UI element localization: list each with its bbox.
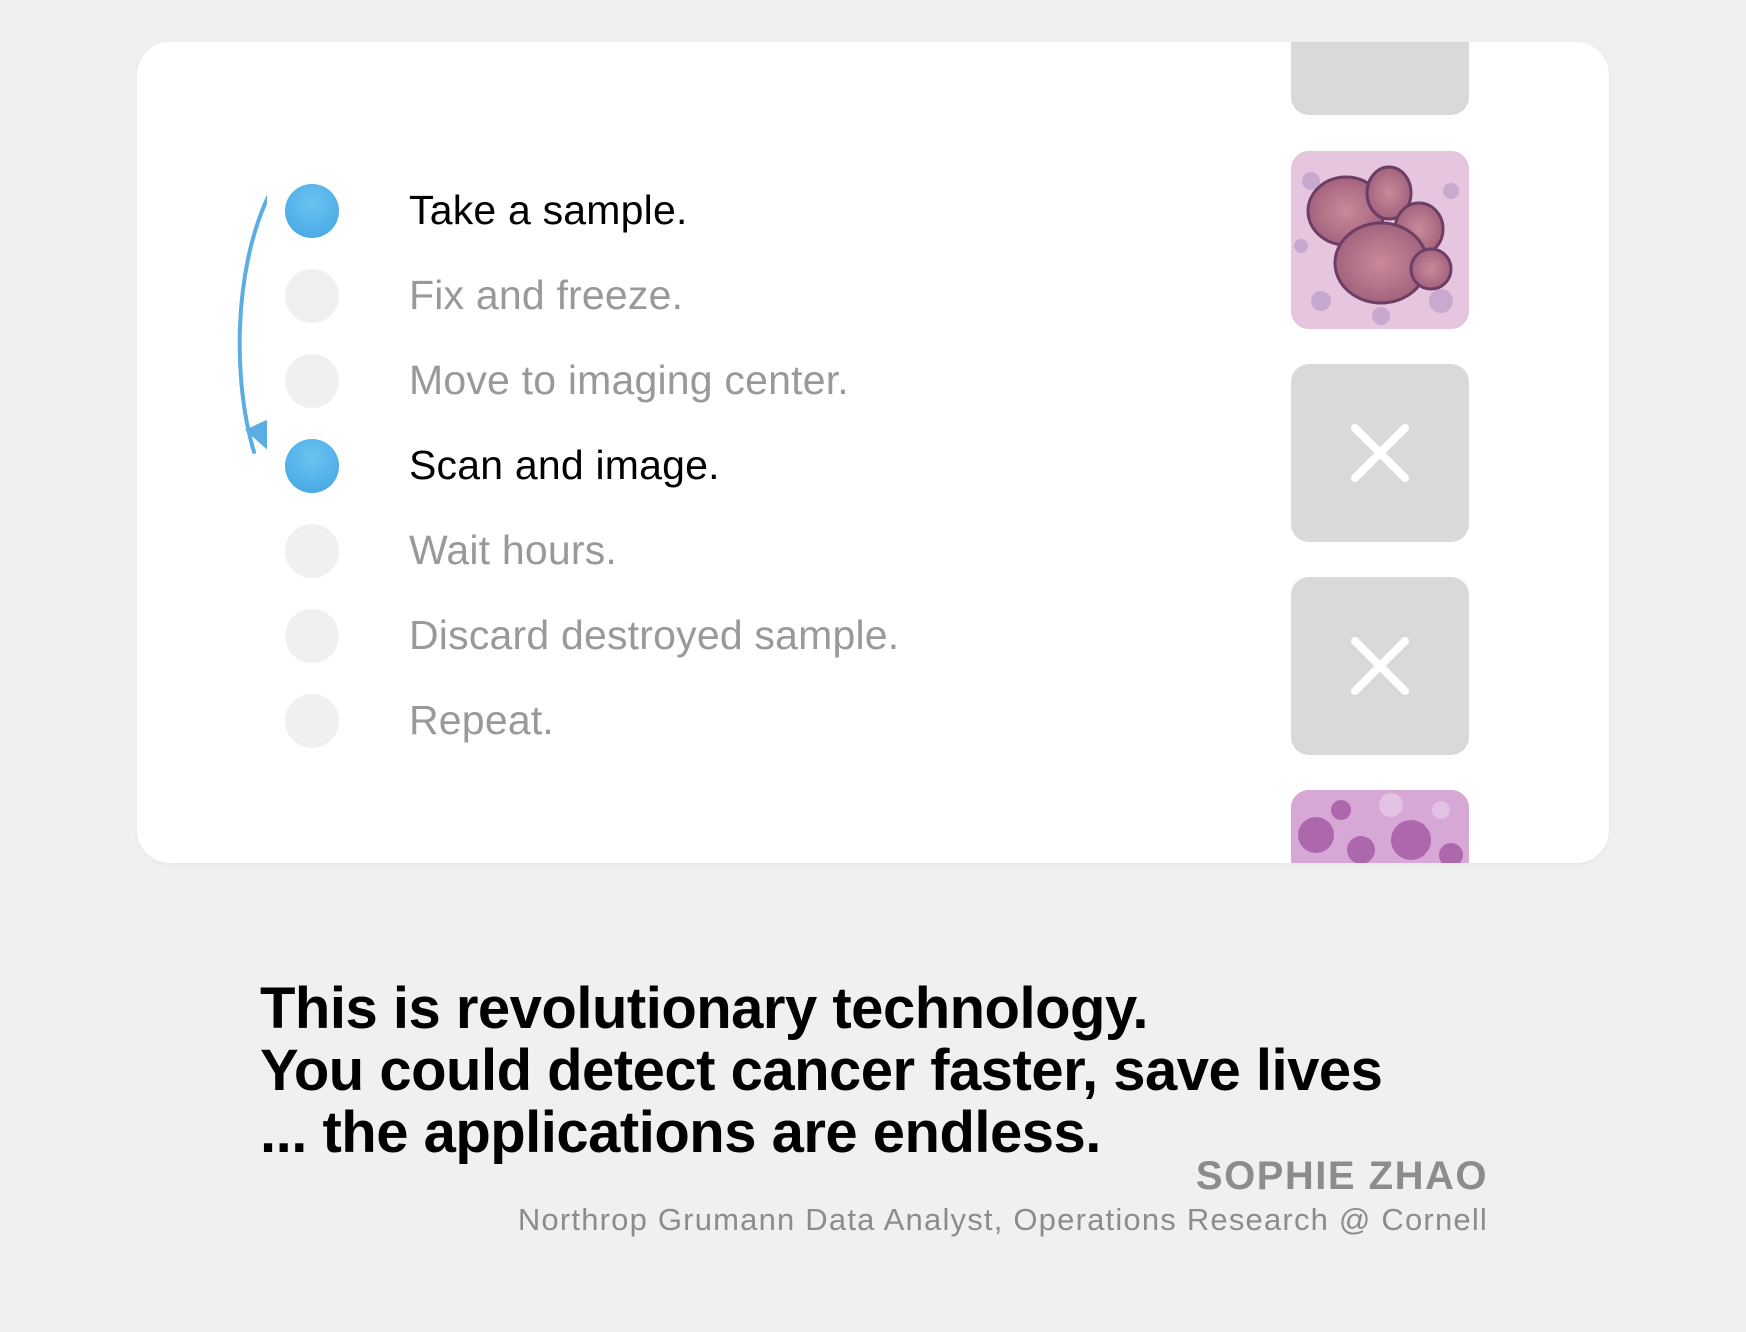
author-name: SOPHIE ZHAO xyxy=(1195,1154,1488,1198)
step-item: Wait hours. xyxy=(285,508,1045,593)
close-icon xyxy=(1351,637,1409,695)
step-label: Repeat. xyxy=(409,697,555,743)
step-dot xyxy=(285,438,339,493)
close-icon xyxy=(1351,424,1409,482)
step-item: Fix and freeze. xyxy=(285,253,1045,338)
failed-scan-tile xyxy=(1291,364,1469,542)
step-dot xyxy=(285,693,339,748)
thumbnail-placeholder xyxy=(1291,42,1469,115)
step-dot xyxy=(285,608,339,663)
step-item: Move to imaging center. xyxy=(285,338,1045,423)
step-item: Take a sample. xyxy=(285,168,1045,253)
step-label: Scan and image. xyxy=(409,442,720,488)
step-dot xyxy=(285,353,339,408)
step-dot xyxy=(285,523,339,578)
failed-scan-tile xyxy=(1291,577,1469,755)
quote-text: This is revolutionary technology. You co… xyxy=(260,976,1383,1164)
steps-card: Take a sample. Fix and freeze. Move to i… xyxy=(137,42,1609,863)
tissue-sample-image xyxy=(1291,790,1469,863)
quote-line: This is revolutionary technology. xyxy=(260,976,1149,1041)
step-label: Wait hours. xyxy=(409,527,618,573)
step-item: Discard destroyed sample. xyxy=(285,593,1045,678)
tissue-image-icon xyxy=(1291,790,1469,863)
cycle-arrow-icon xyxy=(237,195,267,454)
step-item: Repeat. xyxy=(285,678,1045,763)
step-label: Discard destroyed sample. xyxy=(409,612,900,658)
step-dot xyxy=(285,268,339,323)
tissue-sample-image xyxy=(1291,151,1469,329)
quote-line: You could detect cancer faster, save liv… xyxy=(260,1038,1383,1103)
step-label: Move to imaging center. xyxy=(409,357,849,403)
step-item: Scan and image. xyxy=(285,423,1045,508)
author-title: Northrop Grumann Data Analyst, Operation… xyxy=(517,1202,1488,1237)
step-dot xyxy=(285,183,339,238)
tissue-image-icon xyxy=(1291,151,1469,329)
step-label: Fix and freeze. xyxy=(409,272,684,318)
step-label: Take a sample. xyxy=(409,187,688,233)
